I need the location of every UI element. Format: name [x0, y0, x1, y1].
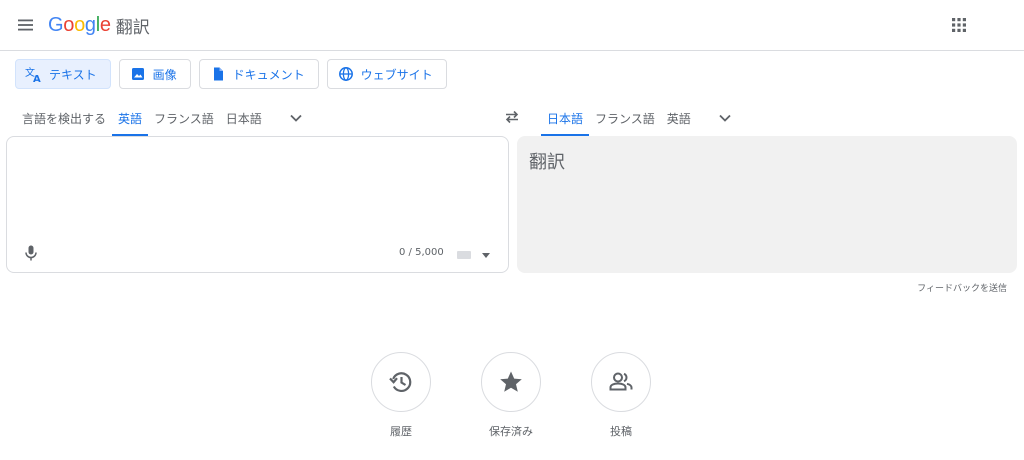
source-lang-japanese[interactable]: 日本語: [220, 100, 268, 136]
google-apps-button[interactable]: [947, 13, 971, 37]
source-lang-english[interactable]: 英語: [112, 100, 149, 136]
target-lang-french[interactable]: フランス語: [589, 100, 661, 136]
translate-icon: 文 A: [25, 65, 43, 83]
tab-text[interactable]: 文 A テキスト: [15, 59, 111, 89]
translation-output-text: 翻訳: [529, 152, 565, 173]
saved-button[interactable]: 保存済み: [476, 352, 546, 439]
history-icon: [389, 372, 412, 393]
saved-circle: [481, 352, 541, 412]
people-icon: [609, 372, 633, 391]
target-lang-more-button[interactable]: [711, 100, 739, 136]
character-count: 0 / 5,000: [399, 247, 444, 258]
send-feedback-link[interactable]: フィードバックを送信: [917, 281, 1007, 294]
tab-website[interactable]: ウェブサイト: [326, 59, 447, 89]
star-icon: [500, 371, 522, 392]
source-text-panel: 0 / 5,000: [6, 136, 509, 273]
saved-label: 保存済み: [489, 425, 533, 438]
google-translate-logo[interactable]: Google 翻訳: [48, 12, 150, 38]
input-tools-menu-button[interactable]: [481, 251, 491, 259]
apps-grid-icon: [952, 18, 966, 32]
tab-website-label: ウェブサイト: [360, 67, 433, 82]
source-text-input[interactable]: [23, 149, 493, 239]
swap-languages-button[interactable]: [499, 104, 525, 130]
swap-arrows-icon: [505, 110, 519, 124]
tab-document[interactable]: ドキュメント: [198, 59, 319, 89]
document-icon: [209, 65, 227, 83]
caret-down-icon: [482, 252, 490, 258]
mode-tabs: 文 A テキスト 画像 ドキュメント ウェブサイト: [15, 59, 447, 89]
history-label: 履歴: [390, 425, 412, 438]
product-name: 翻訳: [115, 17, 150, 38]
source-lang-french[interactable]: フランス語: [148, 100, 220, 136]
target-language-bar: 日本語 フランス語 英語: [541, 100, 739, 136]
globe-icon: [337, 65, 355, 83]
source-language-bar: 言語を検出する 英語 フランス語 日本語: [16, 100, 310, 136]
image-icon: [129, 65, 147, 83]
chevron-down-icon: [719, 114, 731, 122]
voice-input-button[interactable]: [19, 241, 43, 265]
tab-image[interactable]: 画像: [118, 59, 191, 89]
chevron-down-icon: [290, 114, 302, 122]
target-lang-japanese[interactable]: 日本語: [541, 100, 590, 136]
history-button[interactable]: 履歴: [366, 352, 436, 439]
main-menu-button[interactable]: [14, 13, 38, 37]
source-lang-detect[interactable]: 言語を検出する: [16, 100, 112, 136]
hamburger-menu-icon: [18, 19, 33, 31]
source-lang-more-button[interactable]: [282, 100, 310, 136]
microphone-icon: [25, 245, 37, 261]
tab-text-label: テキスト: [49, 67, 97, 82]
google-wordmark: Google: [48, 13, 111, 36]
contribute-circle: [591, 352, 651, 412]
app-header: Google 翻訳: [0, 0, 1024, 51]
tab-document-label: ドキュメント: [232, 67, 305, 82]
keyboard-icon[interactable]: [457, 251, 471, 259]
contribute-label: 投稿: [610, 425, 632, 438]
svg-text:A: A: [33, 74, 41, 83]
contribute-button[interactable]: 投稿: [586, 352, 656, 439]
tab-image-label: 画像: [152, 67, 177, 82]
target-lang-english[interactable]: 英語: [661, 100, 697, 136]
translation-output-panel: 翻訳: [517, 136, 1017, 273]
history-circle: [371, 352, 431, 412]
